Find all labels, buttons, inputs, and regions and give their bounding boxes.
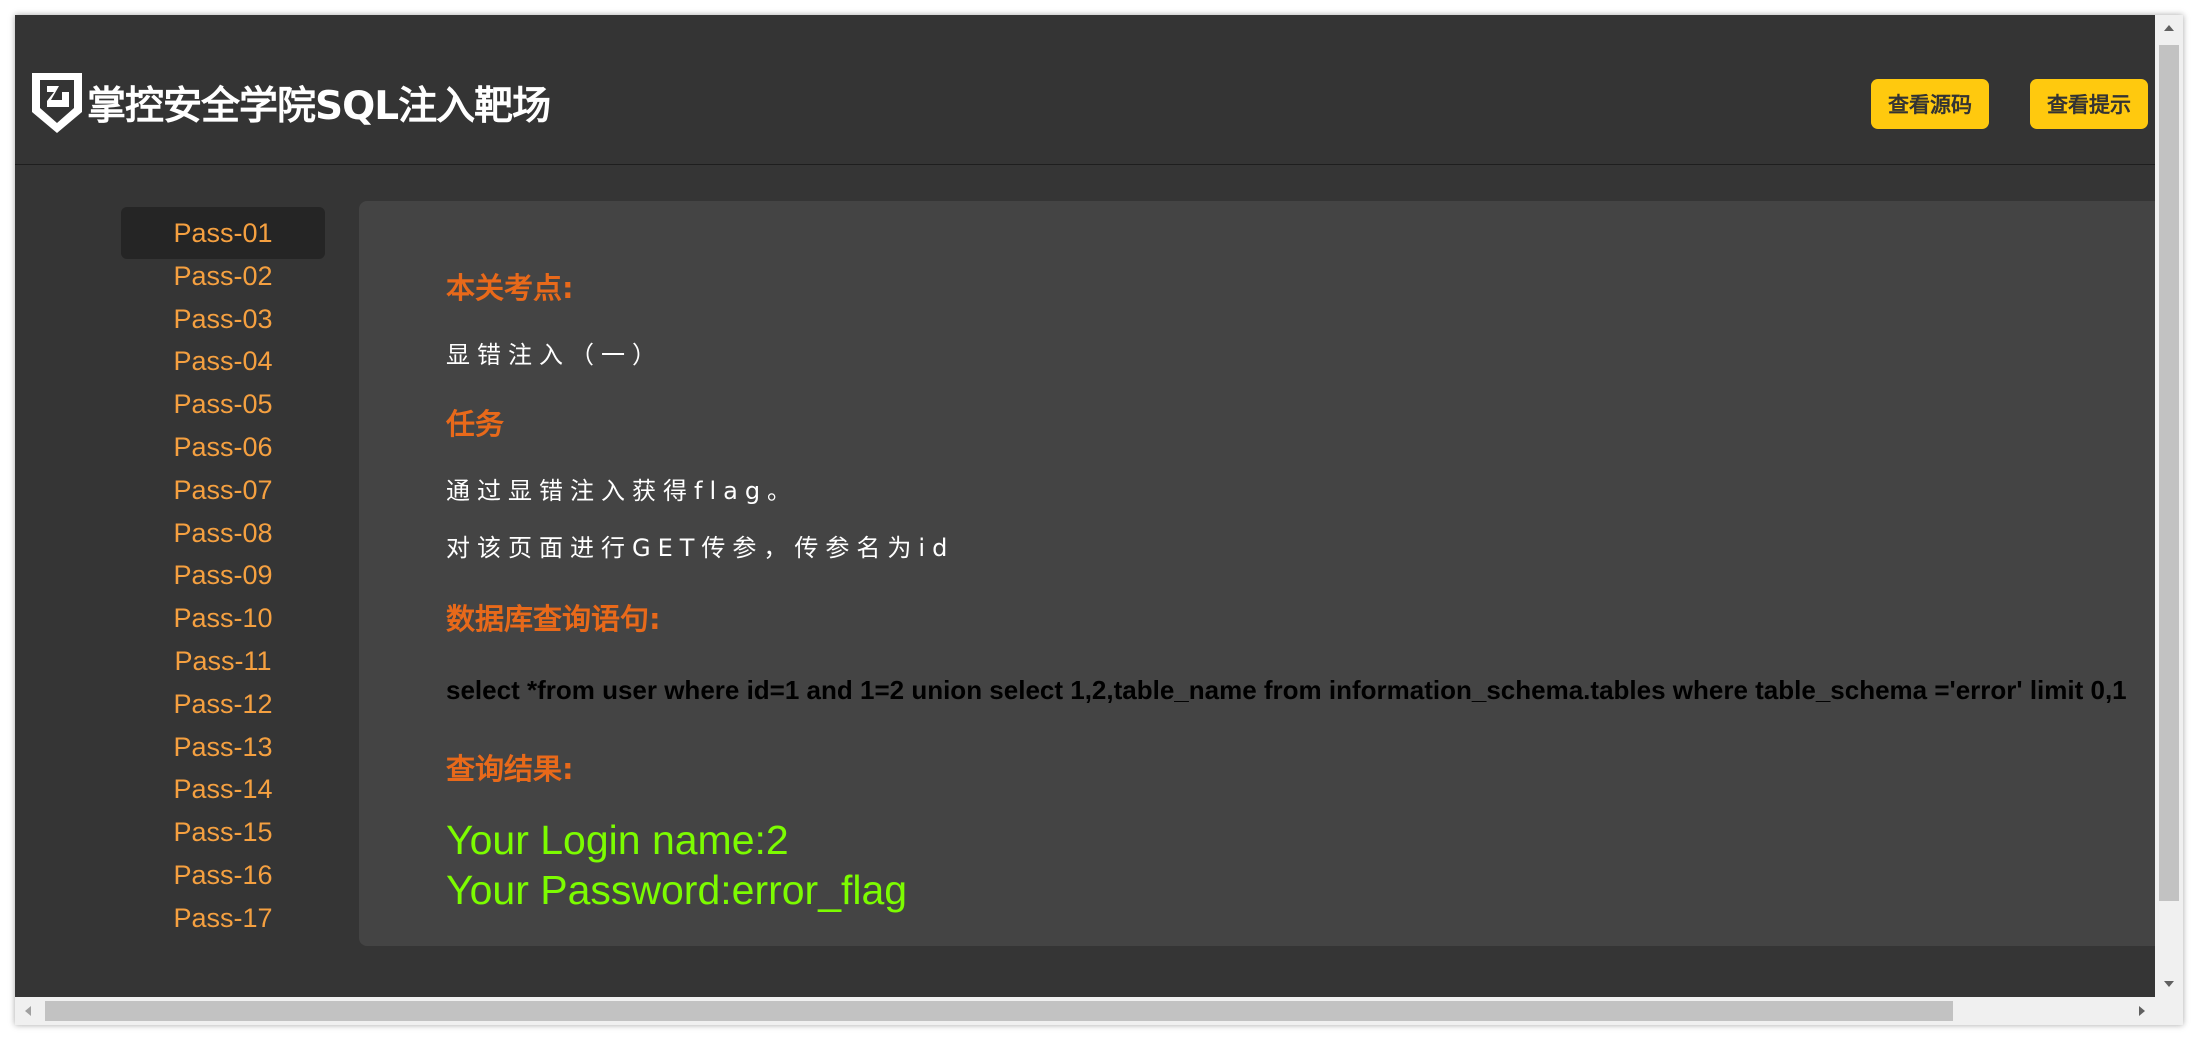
sidebar-item-pass-02[interactable]: Pass-02 <box>121 255 325 298</box>
site-logo[interactable]: 掌控安全学院SQL注入靶场 <box>29 70 551 136</box>
scroll-up-arrow-icon[interactable] <box>2164 25 2174 31</box>
sidebar-item-pass-05[interactable]: Pass-05 <box>121 383 325 426</box>
sidebar-item-pass-17[interactable]: Pass-17 <box>121 897 325 940</box>
site-title: 掌控安全学院SQL注入靶场 <box>87 84 551 129</box>
page-header: 掌控安全学院SQL注入靶场 查看源码 查看提示 <box>15 15 2155 165</box>
sidebar-item-pass-09[interactable]: Pass-09 <box>121 555 325 598</box>
result-login-name: Your Login name:2 <box>446 817 789 863</box>
scroll-left-arrow-icon[interactable] <box>25 1006 31 1016</box>
sidebar-item-pass-11[interactable]: Pass-11 <box>121 640 325 683</box>
sidebar-item-pass-06[interactable]: Pass-06 <box>121 426 325 469</box>
query-heading: 数据库查询语句: <box>446 602 661 636</box>
scroll-right-arrow-icon[interactable] <box>2139 1006 2145 1016</box>
sidebar-item-pass-14[interactable]: Pass-14 <box>121 769 325 812</box>
task-heading: 任务 <box>446 407 505 441</box>
shield-logo-icon <box>32 73 82 133</box>
sidebar-item-pass-08[interactable]: Pass-08 <box>121 512 325 555</box>
task-line-2: 对该页面进行GET传参，传参名为id <box>446 534 955 562</box>
sidebar-item-pass-01[interactable]: Pass-01 <box>121 207 325 259</box>
content-panel: 本关考点: 显错注入（一） 任务 通过显错注入获得flag。 对该页面进行GET… <box>359 201 2155 946</box>
vertical-scrollbar[interactable] <box>2155 15 2183 997</box>
vertical-scroll-thumb[interactable] <box>2159 45 2179 901</box>
sidebar-item-pass-10[interactable]: Pass-10 <box>121 597 325 640</box>
result-password: Your Password:error_flag <box>446 867 908 913</box>
view-hint-button[interactable]: 查看提示 <box>2030 79 2148 129</box>
sidebar-item-pass-04[interactable]: Pass-04 <box>121 341 325 384</box>
sidebar-item-pass-03[interactable]: Pass-03 <box>121 298 325 341</box>
result-heading: 查询结果: <box>446 752 574 786</box>
scrollbar-corner <box>2155 997 2183 1025</box>
task-line-1: 通过显错注入获得flag。 <box>446 477 799 505</box>
sidebar-item-pass-07[interactable]: Pass-07 <box>121 469 325 512</box>
sidebar-item-pass-12[interactable]: Pass-12 <box>121 683 325 726</box>
test-point-heading: 本关考点: <box>446 271 574 305</box>
view-source-button[interactable]: 查看源码 <box>1871 79 1989 129</box>
sidebar-item-pass-15[interactable]: Pass-15 <box>121 811 325 854</box>
horizontal-scrollbar[interactable] <box>15 997 2155 1025</box>
sidebar-item-pass-16[interactable]: Pass-16 <box>121 854 325 897</box>
browser-window: 掌控安全学院SQL注入靶场 查看源码 查看提示 Pass-01 Pass-02 … <box>15 15 2183 1025</box>
test-point-text: 显错注入（一） <box>446 341 663 369</box>
horizontal-scroll-thumb[interactable] <box>45 1001 1953 1021</box>
sidebar-item-pass-13[interactable]: Pass-13 <box>121 726 325 769</box>
scroll-down-arrow-icon[interactable] <box>2164 981 2174 987</box>
query-text: select *from user where id=1 and 1=2 uni… <box>446 675 2127 705</box>
page-viewport: 掌控安全学院SQL注入靶场 查看源码 查看提示 Pass-01 Pass-02 … <box>15 15 2155 997</box>
level-sidebar: Pass-01 Pass-02 Pass-03 Pass-04 Pass-05 … <box>121 207 325 940</box>
